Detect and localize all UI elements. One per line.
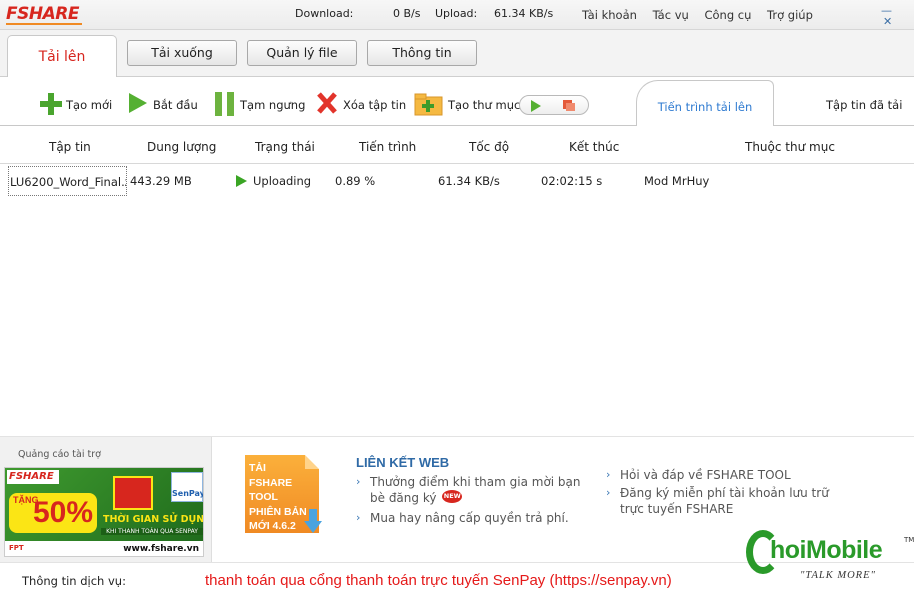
new-folder-button[interactable]: Tạo thư mục bbox=[414, 91, 520, 116]
link-register-text: Đăng ký miễn phí tài khoản lưu trữ trực … bbox=[620, 486, 829, 516]
subtab-upload-progress[interactable]: Tiến trình tải lên bbox=[636, 80, 774, 127]
banner-fshare-logo: FSHARE bbox=[7, 470, 59, 484]
plus-icon bbox=[40, 93, 62, 115]
gift-icon bbox=[113, 476, 153, 510]
small-stop-icon[interactable] bbox=[562, 99, 576, 112]
play-stop-toggle[interactable] bbox=[519, 95, 589, 115]
col-size[interactable]: Dung lượng bbox=[147, 140, 216, 154]
watermark-sub: "TALK MORE" bbox=[800, 570, 876, 581]
close-button[interactable]: ✕ bbox=[883, 15, 892, 28]
toolbox-text: TẢI FSHARE TOOL PHIÊN BẢN MỚI 4.6.2 bbox=[249, 462, 307, 532]
table-header: Tập tin Dung lượng Trạng thái Tiến trình… bbox=[0, 126, 914, 164]
banner-footer: FPT www.fshare.vn bbox=[5, 541, 203, 556]
small-play-icon[interactable] bbox=[530, 100, 542, 112]
start-label: Bắt đầu bbox=[153, 98, 198, 112]
new-button[interactable]: Tạo mới bbox=[38, 91, 112, 115]
toolbox-corner-fold bbox=[305, 455, 319, 469]
folder-cell: Mod MrHuy bbox=[644, 174, 710, 188]
uploading-play-icon bbox=[236, 175, 247, 187]
banner-percent: 50% bbox=[32, 496, 93, 529]
tab-download[interactable]: Tải xuống bbox=[127, 40, 237, 66]
play-icon bbox=[129, 93, 147, 113]
top-bar: FSHARE Download: 0 B/s Upload: 61.34 KB/… bbox=[0, 0, 914, 30]
sponsored-label: Quảng cáo tài trợ bbox=[18, 449, 101, 460]
fshare-logo: FSHARE bbox=[6, 4, 79, 24]
web-links-title: LIÊN KẾT WEB bbox=[356, 455, 450, 470]
banner-url: www.fshare.vn bbox=[123, 544, 199, 554]
banner-discount-badge: TẶNG 50% bbox=[9, 493, 97, 533]
menu-tasks[interactable]: Tác vụ bbox=[653, 8, 689, 22]
download-speed: 0 B/s bbox=[393, 7, 421, 20]
menu-account[interactable]: Tài khoản bbox=[582, 8, 637, 22]
status-cell: Uploading bbox=[253, 174, 312, 188]
chevron-right-icon: › bbox=[606, 486, 611, 499]
link-faq-tool[interactable]: › Hỏi và đáp về FSHARE TOOL bbox=[606, 467, 846, 483]
banner-subline: KHI THANH TOÁN QUA SENPAY bbox=[101, 528, 203, 535]
delete-button[interactable]: Xóa tập tin bbox=[316, 91, 406, 115]
chevron-right-icon: › bbox=[356, 475, 361, 488]
chevron-right-icon: › bbox=[356, 511, 361, 524]
menu-help[interactable]: Trợ giúp bbox=[767, 8, 813, 22]
delete-label: Xóa tập tin bbox=[343, 98, 407, 112]
progress-cell: 0.89 % bbox=[335, 174, 376, 188]
table-row[interactable]: LU6200_Word_Final.zip 443.29 MB Uploadin… bbox=[8, 166, 914, 196]
size-cell: 443.29 MB bbox=[130, 174, 192, 188]
new-label: Tạo mới bbox=[66, 98, 113, 112]
download-label: Download: bbox=[295, 7, 354, 20]
start-button[interactable]: Bắt đầu bbox=[127, 91, 198, 115]
tab-info[interactable]: Thông tin bbox=[367, 40, 477, 66]
upload-speed: 61.34 KB/s bbox=[494, 7, 554, 20]
main-tabs: Tải lên Tải xuống Quản lý file Thông tin bbox=[0, 30, 914, 78]
pause-icon bbox=[215, 92, 234, 116]
menu-tools[interactable]: Công cụ bbox=[704, 8, 751, 22]
col-eta[interactable]: Kết thúc bbox=[569, 140, 619, 154]
top-menu: Tài khoản Tác vụ Công cụ Trợ giúp bbox=[582, 8, 825, 22]
speed-cell: 61.34 KB/s bbox=[438, 174, 500, 188]
tab-upload[interactable]: Tải lên bbox=[7, 35, 117, 78]
toolbar: Tạo mới Bắt đầu Tạm ngưng Xóa tập tin Tạ… bbox=[0, 77, 914, 127]
link-register[interactable]: › Đăng ký miễn phí tài khoản lưu trữ trự… bbox=[606, 485, 846, 517]
fshare-app-window: FSHARE Download: 0 B/s Upload: 61.34 KB/… bbox=[0, 0, 914, 598]
banner-senpay-logo: SenPay bbox=[171, 472, 203, 502]
logo-underline bbox=[6, 23, 82, 25]
new-badge: NEW bbox=[442, 490, 463, 503]
new-folder-label: Tạo thư mục bbox=[448, 98, 521, 112]
col-progress[interactable]: Tiến trình bbox=[359, 140, 416, 154]
banner-headline: THỜI GIAN SỬ DỤNG bbox=[103, 514, 204, 525]
sponsored-panel: Quảng cáo tài trợ FSHARE TẶNG 50% SenPay… bbox=[0, 437, 212, 563]
link-faq-text: Hỏi và đáp về FSHARE TOOL bbox=[620, 468, 791, 482]
upload-label: Upload: bbox=[435, 7, 478, 20]
banner-background: FSHARE TẶNG 50% SenPay THỜI GIAN SỬ DỤNG… bbox=[5, 468, 204, 541]
col-file[interactable]: Tập tin bbox=[49, 140, 91, 154]
banner-tang: TẶNG bbox=[13, 495, 39, 505]
col-status[interactable]: Trạng thái bbox=[255, 140, 315, 154]
pause-button[interactable]: Tạm ngưng bbox=[213, 91, 305, 116]
link-invite-friends[interactable]: › Thưởng điểm khi tham gia mời bạn bè đă… bbox=[356, 474, 596, 506]
senpay-ad-banner[interactable]: FSHARE TẶNG 50% SenPay THỜI GIAN SỬ DỤNG… bbox=[4, 467, 204, 557]
watermark-tm: TM bbox=[904, 536, 914, 544]
watermark-main: hoiMobile bbox=[770, 536, 883, 564]
banner-fpt-logo: FPT bbox=[9, 544, 24, 552]
subtab-uploaded-files[interactable]: Tập tin đã tải bbox=[826, 98, 902, 112]
link-upgrade-text: Mua hay nâng cấp quyền trả phí. bbox=[370, 511, 569, 525]
service-ticker[interactable]: thanh toán qua cổng thanh toán trực tuyế… bbox=[205, 572, 672, 589]
col-speed[interactable]: Tốc độ bbox=[469, 140, 509, 154]
link-invite-text: Thưởng điểm khi tham gia mời bạn bè đăng… bbox=[370, 475, 581, 505]
eta-cell: 02:02:15 s bbox=[541, 174, 603, 188]
chevron-right-icon: › bbox=[606, 468, 611, 481]
right-links: › Hỏi và đáp về FSHARE TOOL › Đăng ký mi… bbox=[606, 467, 846, 519]
link-upgrade[interactable]: › Mua hay nâng cấp quyền trả phí. bbox=[356, 510, 596, 526]
service-info-label: Thông tin dịch vụ: bbox=[22, 574, 126, 588]
pause-label: Tạm ngưng bbox=[240, 98, 306, 112]
tab-file-manager[interactable]: Quản lý file bbox=[247, 40, 357, 66]
download-arrow-icon bbox=[304, 509, 322, 533]
col-folder[interactable]: Thuộc thư mục bbox=[745, 140, 835, 154]
file-name-cell[interactable]: LU6200_Word_Final.zip bbox=[8, 166, 127, 196]
folder-add-icon bbox=[414, 93, 443, 116]
delete-x-icon bbox=[317, 92, 337, 114]
web-links: LIÊN KẾT WEB › Thưởng điểm khi tham gia … bbox=[356, 455, 596, 526]
choimobile-watermark: hoiMobile TM "TALK MORE" bbox=[744, 530, 914, 590]
